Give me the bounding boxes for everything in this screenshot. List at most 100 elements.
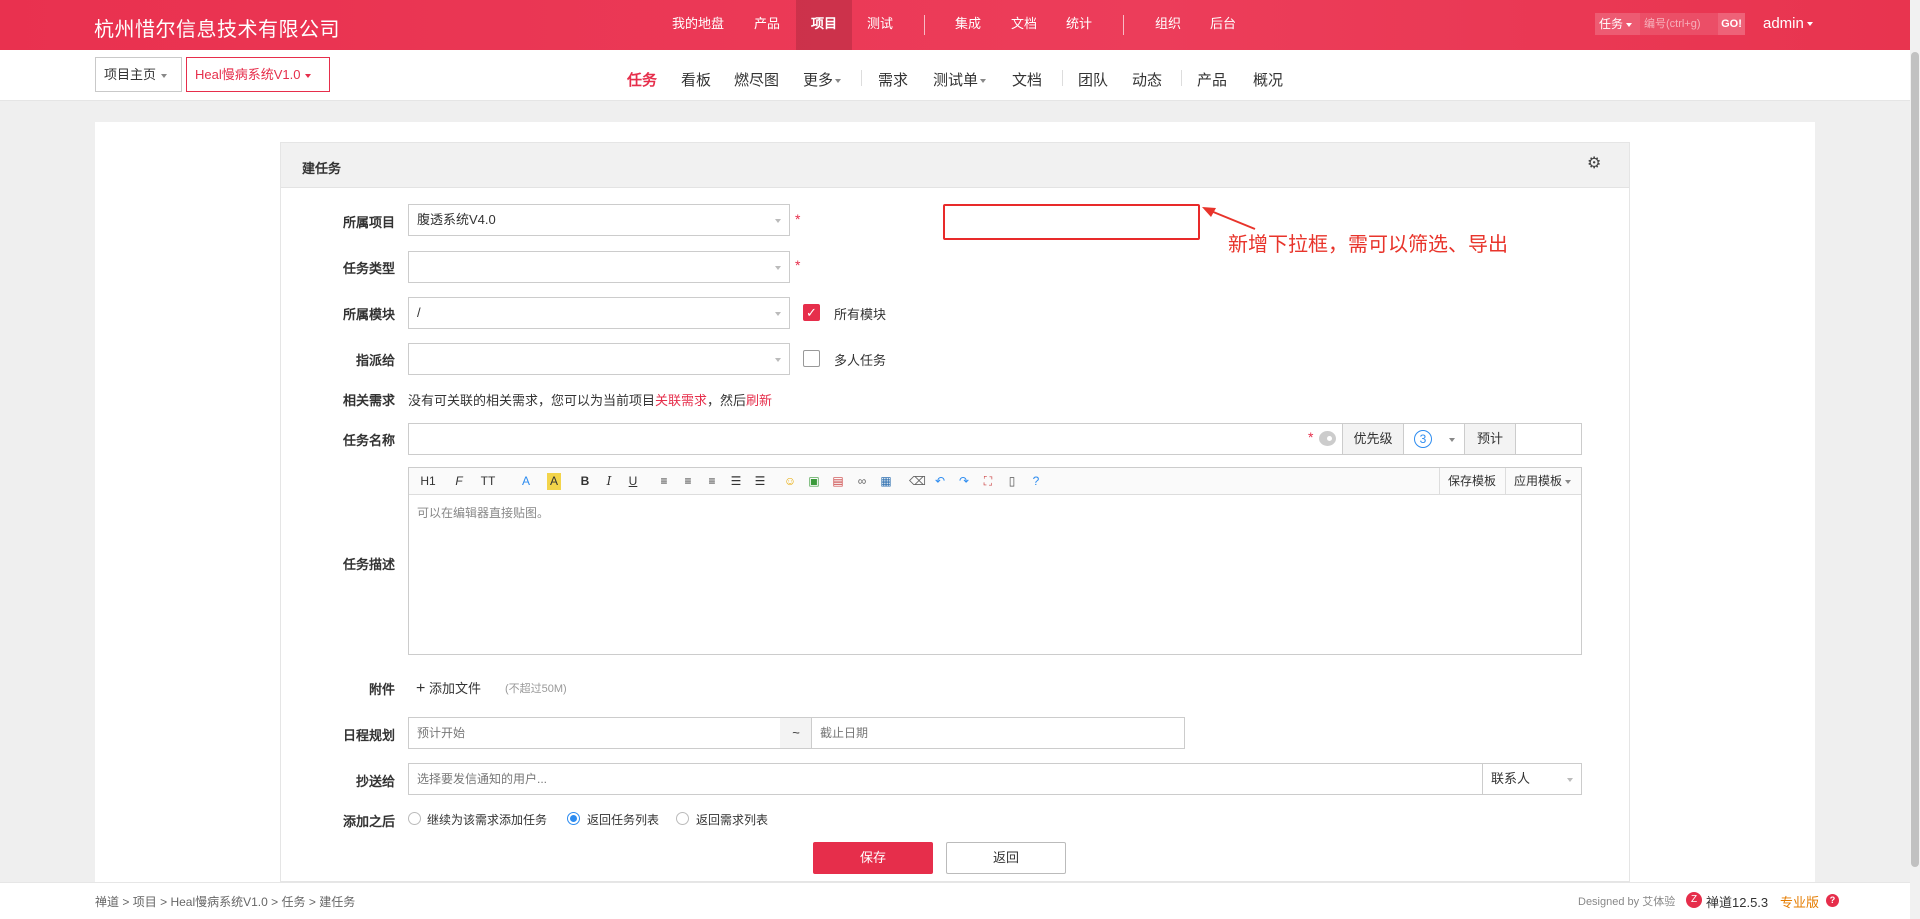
nav-integration[interactable]: 集成	[942, 0, 994, 50]
undo-icon[interactable]: ↶	[933, 473, 947, 490]
user-menu[interactable]: admin	[1763, 15, 1813, 32]
chevron-down-icon	[1449, 438, 1455, 442]
tab-overview[interactable]: 概况	[1253, 69, 1283, 90]
paste-icon[interactable]: ▯	[1005, 473, 1019, 490]
upgrade-help-icon[interactable]: ?	[1826, 894, 1839, 907]
deadline-input[interactable]: 截止日期	[811, 717, 1185, 749]
chevron-down-icon	[835, 79, 842, 84]
project-select[interactable]: 腹透系统V4.0	[408, 204, 790, 236]
edition-label[interactable]: 专业版	[1780, 892, 1819, 911]
fullscreen-icon[interactable]: ⛶	[981, 473, 995, 490]
footer-breadcrumb: 禅道 > 项目 > Heal慢病系统V1.0 > 任务 > 建任务	[95, 893, 355, 910]
tab-more[interactable]: 更多	[803, 69, 842, 90]
chevron-down-icon	[1565, 479, 1572, 484]
underline-button[interactable]: U	[627, 473, 639, 490]
footer-crumb-create: 建任务	[319, 895, 356, 909]
bullet-list-icon[interactable]: ☰	[753, 473, 767, 490]
priority-select[interactable]: 3	[1414, 430, 1432, 448]
back-button[interactable]: 返回	[946, 842, 1066, 874]
table-icon[interactable]: ▦	[879, 473, 893, 490]
tab-product[interactable]: 产品	[1197, 69, 1227, 90]
search-type-select[interactable]: 任务	[1595, 13, 1640, 35]
task-name-input[interactable]: * 优先级 3 预计	[408, 423, 1582, 455]
image-icon[interactable]: ▣	[807, 473, 821, 490]
priority-label: 优先级	[1342, 424, 1404, 454]
all-modules-label: 所有模块	[834, 307, 887, 322]
font-color-button[interactable]: A	[519, 473, 533, 490]
return-story-list-radio[interactable]	[676, 812, 689, 825]
footer-crumb-heal[interactable]: Heal慢病系统V1.0	[170, 895, 267, 909]
bold-button[interactable]: B	[579, 473, 591, 490]
assign-select[interactable]	[408, 343, 790, 375]
search-input[interactable]: 编号(ctrl+g)	[1640, 13, 1718, 35]
nav-doc[interactable]: 文档	[998, 0, 1050, 50]
task-type-select[interactable]	[408, 251, 790, 283]
nav-product[interactable]: 产品	[742, 0, 792, 50]
link-icon[interactable]: ∞	[855, 473, 869, 490]
add-file-button[interactable]: + 添加文件	[416, 678, 481, 698]
refresh-link[interactable]: 刷新	[746, 393, 772, 408]
tab-burndown[interactable]: 燃尽图	[734, 69, 779, 90]
eraser-icon[interactable]: ⌫	[909, 473, 926, 490]
gear-icon[interactable]: ⚙	[1587, 156, 1603, 172]
return-task-list-radio[interactable]	[567, 812, 580, 825]
nav-project[interactable]: 项目	[796, 0, 852, 50]
tab-stories[interactable]: 需求	[878, 69, 908, 90]
help-icon[interactable]: ?	[1029, 473, 1043, 490]
tab-kanban[interactable]: 看板	[681, 69, 711, 90]
multi-task-checkbox[interactable]	[803, 350, 820, 367]
cc-label: 抄送给	[355, 774, 395, 789]
font-size-button[interactable]: TT	[479, 473, 497, 490]
tab-docs[interactable]: 文档	[1012, 69, 1042, 90]
module-select[interactable]: /	[408, 297, 790, 329]
italic-button[interactable]: I	[603, 473, 615, 490]
emoji-icon[interactable]: ☺	[783, 473, 797, 490]
footer-crumb-zentao[interactable]: 禅道	[95, 895, 119, 909]
palette-icon[interactable]	[1319, 431, 1336, 446]
footer-crumb-task[interactable]: 任务	[282, 895, 306, 909]
start-date-input[interactable]: 预计开始	[408, 717, 781, 749]
module-label: 所属模块	[342, 307, 395, 322]
align-left-icon[interactable]: ≡	[657, 473, 671, 490]
heading-button[interactable]: H1	[417, 473, 439, 490]
save-template-button[interactable]: 保存模板	[1439, 468, 1504, 494]
font-family-button[interactable]: F	[451, 473, 467, 490]
nav-org[interactable]: 组织	[1142, 0, 1194, 50]
ordered-list-icon[interactable]: ☰	[729, 473, 743, 490]
description-editor[interactable]: H1 F TT A A B I U ≡ ≡ ≡ ☰ ☰ ☺ ▣ ▤ ∞ ▦ ⌫ …	[408, 467, 1582, 655]
breadcrumb-project-home[interactable]: 项目主页	[95, 57, 182, 92]
all-modules-checkbox[interactable]: ✓	[803, 304, 820, 321]
code-icon[interactable]: ▤	[831, 473, 845, 490]
breadcrumb-project-switcher[interactable]: Heal慢病系统V1.0	[186, 57, 330, 92]
nav-divider	[861, 70, 862, 86]
chevron-down-icon	[775, 358, 781, 362]
save-button[interactable]: 保存	[813, 842, 933, 874]
continue-add-label: 继续为该需求添加任务	[427, 813, 548, 827]
link-stories-link[interactable]: 关联需求	[655, 393, 707, 408]
zentao-version[interactable]: 禅道12.5.3	[1706, 892, 1768, 911]
tab-tasks[interactable]: 任务	[627, 69, 657, 90]
search-type-label: 任务	[1599, 17, 1624, 31]
annotation-text: 新增下拉框，需可以筛选、导出	[1228, 232, 1508, 256]
contacts-select[interactable]: 联系人	[1482, 763, 1582, 795]
highlight-button[interactable]: A	[547, 473, 561, 490]
continue-add-radio[interactable]	[408, 812, 421, 825]
chevron-down-icon	[1567, 778, 1573, 782]
redo-icon[interactable]: ↷	[957, 473, 971, 490]
search-go-button[interactable]: GO!	[1718, 13, 1745, 35]
tab-team[interactable]: 团队	[1078, 69, 1108, 90]
add-file-label: 添加文件	[428, 681, 481, 696]
nav-test[interactable]: 测试	[854, 0, 906, 50]
scrollbar-thumb[interactable]	[1911, 52, 1919, 867]
estimate-label: 预计	[1464, 424, 1516, 454]
tab-testtask[interactable]: 测试单	[933, 69, 987, 90]
align-center-icon[interactable]: ≡	[681, 473, 695, 490]
align-right-icon[interactable]: ≡	[705, 473, 719, 490]
apply-template-button[interactable]: 应用模板	[1505, 468, 1581, 494]
tab-dynamics[interactable]: 动态	[1132, 69, 1162, 90]
nav-my-space[interactable]: 我的地盘	[662, 0, 734, 50]
nav-stats[interactable]: 统计	[1053, 0, 1105, 50]
footer-crumb-project[interactable]: 项目	[133, 895, 157, 909]
nav-admin[interactable]: 后台	[1197, 0, 1249, 50]
cc-users-select[interactable]: 选择要发信通知的用户...	[408, 763, 1483, 795]
